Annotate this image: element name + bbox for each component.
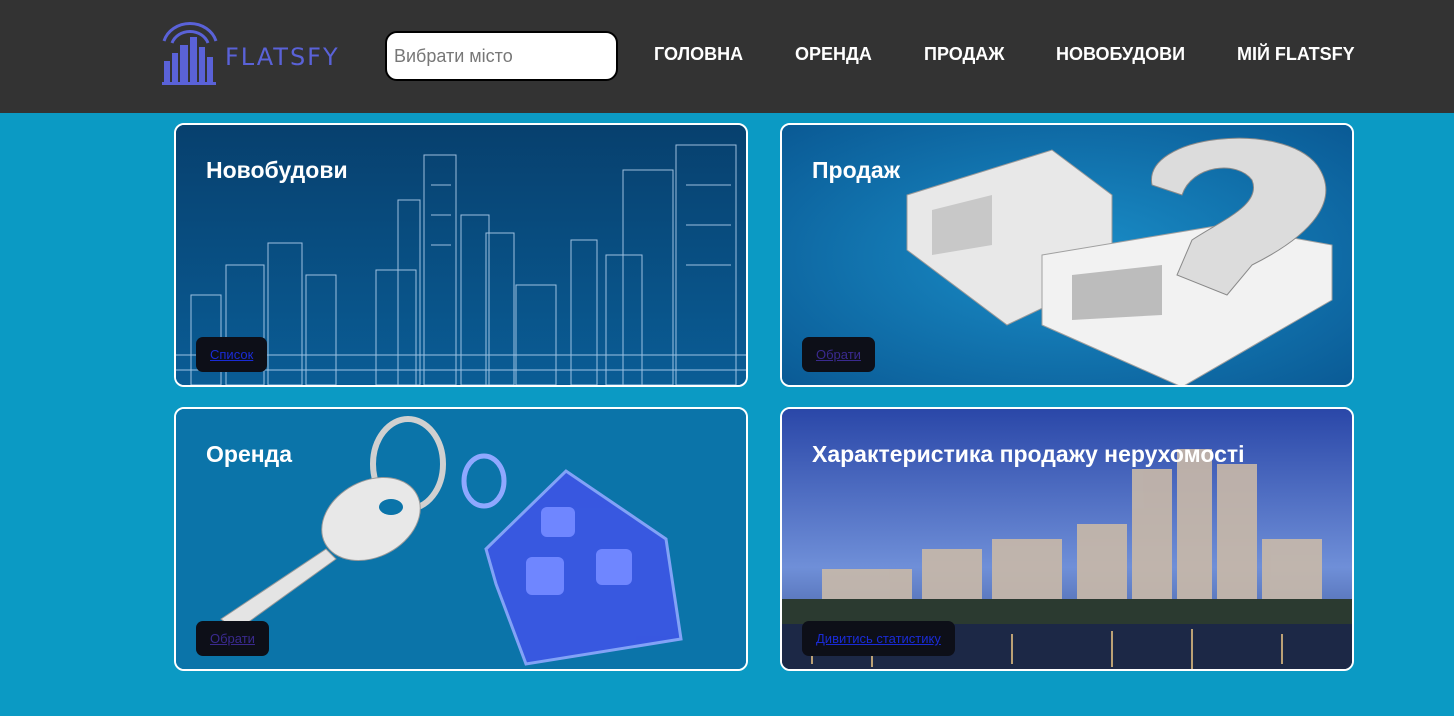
card-title: Оренда: [206, 441, 293, 467]
view-statistics-link[interactable]: Дивитись статистику: [816, 631, 941, 646]
card-title: Характеристика продажу нерухомості: [812, 441, 1245, 467]
city-search-input[interactable]: [385, 31, 618, 81]
choose-rent-link[interactable]: Обрати: [210, 631, 255, 646]
view-statistics-button[interactable]: Дивитись статистику: [802, 621, 955, 656]
list-link[interactable]: Список: [210, 347, 253, 362]
card-statistics: Характеристика продажу нерухомості Дивит…: [780, 407, 1354, 671]
list-button[interactable]: Список: [196, 337, 268, 372]
nav-rent[interactable]: ОРЕНДА: [795, 44, 872, 65]
logo-text: FLATSFY: [225, 43, 340, 71]
nav-home[interactable]: ГОЛОВНА: [654, 44, 743, 65]
card-title: Новобудови: [206, 157, 348, 183]
card-rent: Оренда Обрати: [174, 407, 748, 671]
top-navbar: FLATSFY ГОЛОВНА ОРЕНДА ПРОДАЖ НОВОБУДОВИ…: [0, 0, 1454, 113]
nav-my-flatsfy[interactable]: МІЙ FLATSFY: [1237, 44, 1355, 65]
choose-sale-link[interactable]: Обрати: [816, 347, 861, 362]
nav-sale[interactable]: ПРОДАЖ: [924, 44, 1005, 65]
buildings-logo-icon: [162, 22, 218, 85]
nav-new-buildings[interactable]: НОВОБУДОВИ: [1056, 44, 1185, 65]
flatsfy-logo[interactable]: FLATSFY: [160, 19, 345, 85]
card-new-buildings: Новобудови Список: [174, 123, 748, 387]
card-title: Продаж: [812, 157, 901, 183]
card-sale: Продаж Обрати: [780, 123, 1354, 387]
choose-sale-button[interactable]: Обрати: [802, 337, 875, 372]
choose-rent-button[interactable]: Обрати: [196, 621, 269, 656]
